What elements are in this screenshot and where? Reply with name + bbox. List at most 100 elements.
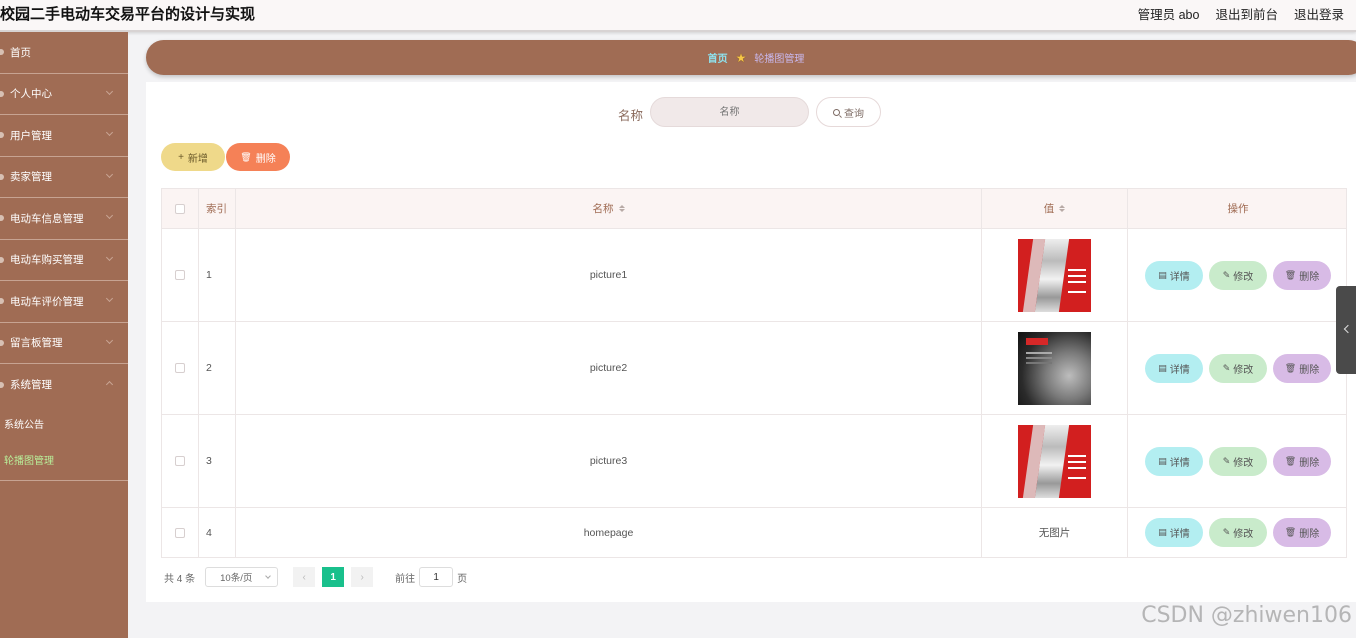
search-input[interactable] xyxy=(650,97,809,127)
row-checkbox[interactable] xyxy=(175,363,185,373)
row-checkbox[interactable] xyxy=(175,527,185,538)
detail-button[interactable]: ▤ 详情 xyxy=(1145,446,1203,476)
pagination: 共 4 条 10条/页 ‹ 1 › 前往 页 xyxy=(164,567,467,587)
edit-button[interactable]: ✎ 修改 xyxy=(1209,518,1267,547)
detail-label: 详情 xyxy=(1169,529,1190,540)
exit-to-front-link[interactable]: 退出到前台 xyxy=(1215,4,1278,23)
document-icon: ▤ xyxy=(1158,455,1167,466)
page-number-current[interactable]: 1 xyxy=(322,567,345,587)
batch-delete-button[interactable]: 🗑 删除 xyxy=(226,143,290,171)
row-ops: ▤ 详情 ✎ 修改 🗑 删除 xyxy=(1128,229,1346,321)
detail-label: 详情 xyxy=(1169,457,1190,469)
sidebar-item-seller-management[interactable]: 卖家管理 xyxy=(0,157,128,198)
sort-icon[interactable] xyxy=(618,205,625,212)
row-checkbox[interactable] xyxy=(175,270,185,280)
edit-button[interactable]: ✎ 修改 xyxy=(1209,260,1267,290)
sidebar-item-label: 卖家管理 xyxy=(10,171,52,184)
sidebar-item-ebike-purchase[interactable]: 电动车购买管理 xyxy=(0,240,128,281)
delete-label: 删除 xyxy=(1299,457,1320,469)
goto-page-input[interactable] xyxy=(419,567,454,587)
trash-icon: 🗑 xyxy=(1284,527,1297,537)
collapse-handle[interactable] xyxy=(1336,286,1356,374)
star-icon: ★ xyxy=(735,50,747,65)
carousel-image-thumbnail[interactable] xyxy=(1018,424,1091,498)
top-bar: 校园二手电动车交易平台的设计与实现 管理员 abo 退出到前台 退出登录 xyxy=(0,0,1356,32)
breadcrumb-home[interactable]: 首页 xyxy=(708,50,728,65)
sidebar-item-home[interactable]: 首页 xyxy=(0,32,128,74)
sidebar-item-ebike-review[interactable]: 电动车评价管理 xyxy=(0,281,128,323)
carousel-image-thumbnail[interactable] xyxy=(1018,238,1091,312)
edit-button[interactable]: ✎ 修改 xyxy=(1209,446,1267,476)
sort-icon[interactable] xyxy=(1059,205,1066,212)
row-name: picture3 xyxy=(236,415,982,507)
delete-button[interactable]: 🗑 删除 xyxy=(1273,518,1331,547)
document-icon: ▤ xyxy=(1158,362,1167,373)
detail-button[interactable]: ▤ 详情 xyxy=(1145,353,1203,383)
detail-button[interactable]: ▤ 详情 xyxy=(1145,260,1203,290)
breadcrumb: 首页 ★ 轮播图管理 xyxy=(146,40,1356,75)
prev-page-button[interactable]: ‹ xyxy=(293,567,316,587)
user-icon xyxy=(0,90,4,97)
admin-label: 管理员 abo xyxy=(1137,8,1200,22)
carousel-image-thumbnail[interactable] xyxy=(1018,331,1091,405)
row-checkbox-cell xyxy=(162,415,199,507)
sidebar-item-system-management[interactable]: 系统管理 xyxy=(0,364,128,406)
detail-button[interactable]: ▤ 详情 xyxy=(1145,518,1203,547)
settings-icon xyxy=(0,381,4,388)
row-index: 4 xyxy=(199,508,236,557)
table-row: 2 picture2 ▤ 详情 ✎ 修改 🗑 删除 xyxy=(162,322,1346,415)
home-icon xyxy=(0,49,4,56)
sidebar-item-user-management[interactable]: 用户管理 xyxy=(0,115,128,157)
chevron-down-icon xyxy=(105,87,114,95)
header-ops: 操作 xyxy=(1227,203,1249,215)
page-size-select[interactable]: 10条/页 xyxy=(205,567,279,587)
search-row: 名称 查询 xyxy=(146,97,1356,127)
breadcrumb-current: 轮播图管理 xyxy=(754,54,805,65)
users-icon xyxy=(0,132,4,139)
app-title: 校园二手电动车交易平台的设计与实现 xyxy=(0,6,256,23)
sidebar: 首页 个人中心 用户管理 卖家管理 电动车信息管理 电动车购买管理 电动车评价管… xyxy=(0,32,128,638)
sidebar-item-ebike-info[interactable]: 电动车信息管理 xyxy=(0,198,128,240)
header-value[interactable]: 值 xyxy=(982,189,1128,228)
header-name-label: 名称 xyxy=(592,203,614,215)
sidebar-item-personal-center[interactable]: 个人中心 xyxy=(0,74,128,115)
document-icon: ▤ xyxy=(1158,269,1167,280)
select-all-checkbox[interactable] xyxy=(175,203,185,214)
edit-button[interactable]: ✎ 修改 xyxy=(1209,353,1267,383)
logout-link[interactable]: 退出登录 xyxy=(1294,4,1344,23)
row-index: 1 xyxy=(199,229,236,321)
delete-button[interactable]: 🗑 删除 xyxy=(1273,446,1331,476)
plus-icon: + xyxy=(178,151,184,163)
sidebar-item-label: 用户管理 xyxy=(10,129,52,142)
row-value xyxy=(982,415,1128,507)
delete-label: 删除 xyxy=(1299,529,1320,540)
sidebar-subitem-announcement[interactable]: 系统公告 xyxy=(0,406,128,442)
sidebar-subitem-carousel[interactable]: 轮播图管理 xyxy=(0,442,128,478)
delete-button[interactable]: 🗑 删除 xyxy=(1273,353,1331,383)
detail-label: 详情 xyxy=(1169,271,1190,283)
search-button[interactable]: 查询 xyxy=(816,97,881,127)
add-button[interactable]: + 新增 xyxy=(161,143,225,171)
row-checkbox-cell xyxy=(162,322,199,414)
row-index: 3 xyxy=(199,415,236,507)
delete-button-label: 删除 xyxy=(255,153,276,165)
row-ops: ▤ 详情 ✎ 修改 🗑 删除 xyxy=(1128,415,1346,507)
top-links: 管理员 abo 退出到前台 退出登录 xyxy=(1138,4,1344,23)
delete-button[interactable]: 🗑 删除 xyxy=(1273,260,1331,290)
header-name[interactable]: 名称 xyxy=(236,189,982,228)
edit-label: 修改 xyxy=(1233,529,1254,540)
chevron-left-icon: ‹ xyxy=(302,571,306,583)
sidebar-item-message-board[interactable]: 留言板管理 xyxy=(0,323,128,364)
sidebar-item-label: 系统管理 xyxy=(10,379,52,392)
chevron-down-icon xyxy=(105,128,114,137)
message-icon xyxy=(0,339,4,346)
header-checkbox-cell xyxy=(162,189,199,228)
main-panel: 名称 查询 + 新增 🗑 删除 索引 名称 值 操作 xyxy=(146,82,1356,602)
review-icon xyxy=(0,298,4,305)
next-page-button[interactable]: › xyxy=(351,567,374,587)
pagination-total: 共 4 条 xyxy=(164,573,196,585)
row-checkbox[interactable] xyxy=(175,456,185,466)
row-ops: ▤ 详情 ✎ 修改 🗑 删除 xyxy=(1128,508,1346,557)
pencil-icon: ✎ xyxy=(1222,362,1231,373)
pencil-icon: ✎ xyxy=(1222,455,1231,466)
